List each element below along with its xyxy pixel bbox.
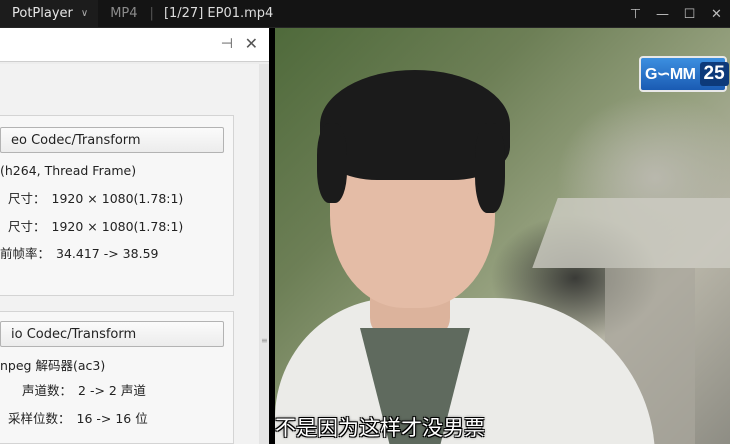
audio-info-row: 采样位数： 16 -> 16 位	[8, 408, 148, 427]
video-info-label: 尺寸：	[8, 191, 46, 206]
video-info-value: 34.417 -> 38.59	[56, 246, 159, 261]
channel-logo-text: G∽MM	[645, 66, 696, 83]
video-info-row: 尺寸： 1920 × 1080(1.78:1)	[8, 188, 183, 207]
audio-info-value: 16 -> 16 位	[76, 411, 148, 426]
audio-info-value: 2 -> 2 声道	[78, 383, 146, 398]
panel-scrollbar[interactable]: ≡	[259, 64, 269, 444]
video-info-value: 1920 × 1080(1.78:1)	[51, 219, 184, 234]
title-bar: PotPlayer ∨ MP4 | [1/27] EP01.mp4 ⊤ — ☐ …	[0, 0, 730, 28]
background-roof	[532, 198, 730, 268]
video-codec-button[interactable]: eo Codec/Transform	[0, 127, 224, 153]
audio-info-label: 声道数：	[22, 383, 73, 398]
subtitle-text: 不是因为这样才没男票	[275, 416, 485, 440]
chevron-down-icon: ∨	[80, 8, 89, 19]
panel-header: ⊣ ✕	[0, 28, 269, 62]
panel-pin-icon[interactable]: ⊣	[221, 36, 233, 52]
window-controls: ⊤ — ☐ ✕	[622, 0, 730, 28]
audio-codec-button[interactable]: io Codec/Transform	[0, 321, 224, 347]
file-title: [1/27] EP01.mp4	[163, 6, 274, 21]
person-hair-side	[317, 123, 347, 203]
close-window-icon[interactable]: ✕	[703, 0, 730, 28]
video-info-row: 前帧率： 34.417 -> 38.59	[0, 243, 158, 262]
title-separator: |	[149, 6, 154, 21]
panel-close-icon[interactable]: ✕	[245, 34, 258, 53]
scrollbar-grip-icon[interactable]: ≡	[261, 336, 268, 346]
pin-icon[interactable]: ⊤	[622, 0, 649, 28]
audio-decoder: npeg 解码器(ac3)	[0, 358, 106, 373]
app-name: PotPlayer	[12, 6, 73, 21]
channel-logo-number: 25	[699, 62, 729, 86]
video-info-row: 尺寸： 1920 × 1080(1.78:1)	[8, 216, 183, 235]
info-panel: ⊣ ✕ ≡ eo Codec/Transform (h264, Thread F…	[0, 28, 272, 444]
format-label: MP4	[110, 6, 138, 21]
channel-logo: G∽MM 25	[639, 56, 729, 92]
video-decoder: (h264, Thread Frame)	[0, 163, 137, 178]
video-info-value: 1920 × 1080(1.78:1)	[51, 191, 184, 206]
maximize-icon[interactable]: ☐	[676, 0, 703, 28]
video-frame[interactable]: G∽MM 25 不是因为这样才没男票	[275, 28, 730, 444]
minimize-icon[interactable]: —	[649, 0, 676, 28]
person-hair-side	[475, 123, 505, 213]
audio-info-label: 采样位数：	[8, 411, 71, 426]
app-menu-button[interactable]: PotPlayer ∨	[0, 0, 99, 27]
video-info-label: 尺寸：	[8, 219, 46, 234]
audio-info-row: 声道数： 2 -> 2 声道	[22, 380, 146, 399]
video-info-label: 前帧率：	[0, 246, 51, 261]
